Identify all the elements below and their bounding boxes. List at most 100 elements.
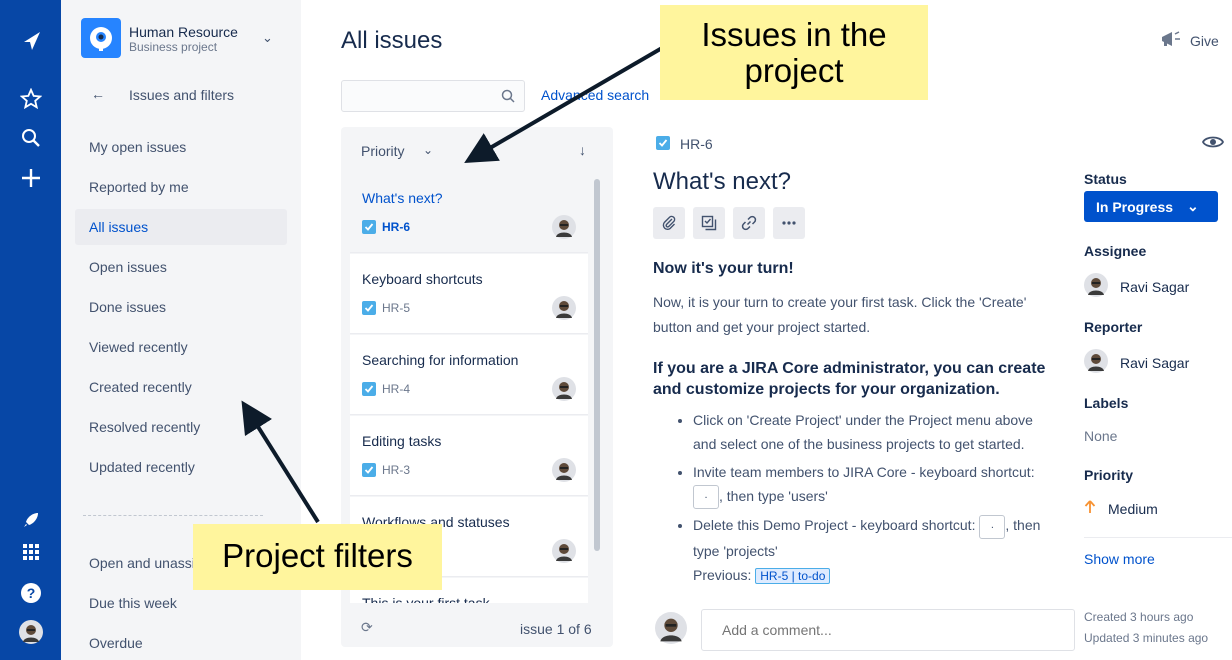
filter-created-recently[interactable]: Created recently	[75, 369, 287, 405]
previous-issue-link[interactable]: HR-5 | to-do	[755, 567, 831, 584]
issues-and-filters-heading[interactable]: Issues and filters	[129, 87, 234, 103]
description-paragraph: Now, it is your turn to create your firs…	[653, 294, 1027, 335]
more-actions-button[interactable]	[773, 207, 805, 239]
eye-icon[interactable]	[1201, 134, 1225, 155]
filter-updated-recently[interactable]: Updated recently	[75, 449, 287, 485]
issue-card-key: HR-6	[382, 220, 411, 234]
filter-resolved-recently[interactable]: Resolved recently	[75, 409, 287, 445]
fields-divider	[1084, 537, 1232, 538]
list-item: Invite team members to JIRA Core - keybo…	[693, 460, 1053, 510]
attach-button[interactable]	[653, 207, 685, 239]
app-switcher-icon[interactable]	[0, 543, 61, 561]
assignee-name: Ravi Sagar	[1120, 278, 1190, 295]
filter-due-this-week[interactable]: Due this week	[75, 585, 287, 621]
status-value: In Progress	[1096, 198, 1174, 215]
task-type-icon	[656, 136, 670, 150]
status-dropdown[interactable]: In Progress ⌄	[1084, 191, 1218, 222]
search-icon[interactable]	[0, 128, 61, 148]
issue-search-box[interactable]	[341, 80, 525, 112]
issue-card-title: Keyboard shortcuts	[362, 271, 483, 287]
task-checkbox-icon	[362, 220, 376, 234]
project-name[interactable]: Human Resource	[129, 24, 238, 40]
filter-open-issues[interactable]: Open issues	[75, 249, 287, 285]
filter-reported-by-me[interactable]: Reported by me	[75, 169, 287, 205]
issue-card-hr-6[interactable]: What's next? HR-6	[350, 173, 588, 253]
filter-done-issues[interactable]: Done issues	[75, 289, 287, 325]
priority-medium-icon	[1084, 500, 1096, 517]
chevron-down-icon[interactable]: ⌄	[262, 30, 273, 46]
task-checkbox-icon	[362, 463, 376, 477]
commenter-avatar	[655, 612, 687, 649]
description-list: Click on 'Create Project' under the Proj…	[653, 408, 1053, 563]
subtask-icon	[701, 215, 717, 231]
plus-icon[interactable]	[0, 168, 61, 188]
assignee-avatar	[552, 377, 576, 406]
page-title: All issues	[341, 27, 443, 54]
issue-card-hr-3[interactable]: Editing tasks HR-3	[350, 416, 588, 496]
issue-card-hr-5[interactable]: Keyboard shortcuts HR-5	[350, 254, 588, 334]
assignee-field[interactable]: Ravi Sagar	[1084, 273, 1189, 300]
search-input[interactable]	[342, 81, 492, 111]
issue-description: Now it's your turn! Now, it is your turn…	[653, 256, 1053, 594]
reporter-field[interactable]: Ravi Sagar	[1084, 349, 1189, 376]
back-arrow-icon[interactable]: ←	[91, 86, 105, 102]
filter-all-issues[interactable]: All issues	[75, 209, 287, 245]
created-timestamp: Created 3 hours ago	[1084, 610, 1194, 624]
previous-issue-line: Previous: HR-5 | to-do	[653, 567, 1053, 584]
project-type: Business project	[129, 40, 218, 54]
give-feedback-button[interactable]: Give	[1160, 30, 1219, 51]
comment-input[interactable]	[702, 610, 1074, 650]
labels-label: Labels	[1084, 395, 1129, 411]
issue-card-title: Searching for information	[362, 352, 519, 368]
labels-value[interactable]: None	[1084, 428, 1117, 444]
link-issue-button[interactable]	[733, 207, 765, 239]
issue-key-breadcrumb[interactable]: HR-6	[680, 136, 713, 152]
priority-value: Medium	[1108, 500, 1158, 517]
issue-card-hr-4[interactable]: Searching for information HR-4	[350, 335, 588, 415]
issue-card-key: HR-4	[382, 382, 411, 396]
order-by-dropdown[interactable]: Priority	[361, 143, 405, 159]
profile-avatar[interactable]	[0, 620, 61, 644]
filter-overdue[interactable]: Overdue	[75, 625, 287, 660]
star-icon[interactable]	[0, 88, 61, 110]
more-icon	[782, 221, 796, 225]
keyboard-key: .	[979, 514, 1006, 539]
issue-card-key: HR-3	[382, 463, 411, 477]
rocket-icon[interactable]	[0, 511, 61, 529]
description-subheading: If you are a JIRA Core administrator, yo…	[653, 360, 1046, 398]
priority-label: Priority	[1084, 467, 1134, 483]
status-label: Status	[1084, 171, 1127, 187]
issue-card-title: Editing tasks	[362, 433, 442, 449]
refresh-icon[interactable]: ⟳	[361, 619, 373, 636]
chevron-down-icon: ⌄	[1187, 198, 1199, 214]
sort-direction-icon[interactable]: ↓	[579, 142, 586, 158]
task-checkbox-icon	[362, 301, 376, 315]
chevron-down-icon[interactable]: ⌄	[423, 143, 433, 157]
add-subtask-button[interactable]	[693, 207, 725, 239]
link-icon	[741, 215, 757, 231]
search-icon[interactable]	[501, 89, 515, 108]
issue-title[interactable]: What's next?	[653, 168, 791, 196]
assignee-avatar	[552, 215, 576, 244]
priority-field[interactable]: Medium	[1084, 500, 1158, 517]
task-checkbox-icon	[362, 382, 376, 396]
show-more-link[interactable]: Show more	[1084, 551, 1155, 567]
svg-text:?: ?	[26, 585, 35, 601]
issue-card-key: HR-5	[382, 301, 411, 315]
filter-viewed-recently[interactable]: Viewed recently	[75, 329, 287, 365]
description-heading: Now it's your turn!	[653, 260, 794, 277]
reporter-avatar	[1084, 349, 1108, 376]
assignee-label: Assignee	[1084, 243, 1147, 259]
project-avatar[interactable]	[81, 18, 121, 58]
global-nav: ?	[0, 0, 61, 660]
jira-logo-icon[interactable]	[0, 30, 61, 52]
reporter-name: Ravi Sagar	[1120, 354, 1190, 371]
advanced-search-link[interactable]: Advanced search	[541, 87, 649, 103]
issue-list-scrollbar[interactable]	[594, 179, 600, 551]
filter-my-open-issues[interactable]: My open issues	[75, 129, 287, 165]
assignee-avatar	[552, 539, 576, 568]
updated-timestamp: Updated 3 minutes ago	[1084, 631, 1209, 645]
comment-box[interactable]	[701, 609, 1075, 651]
help-icon[interactable]: ?	[0, 582, 61, 604]
keyboard-key: .	[693, 485, 719, 510]
